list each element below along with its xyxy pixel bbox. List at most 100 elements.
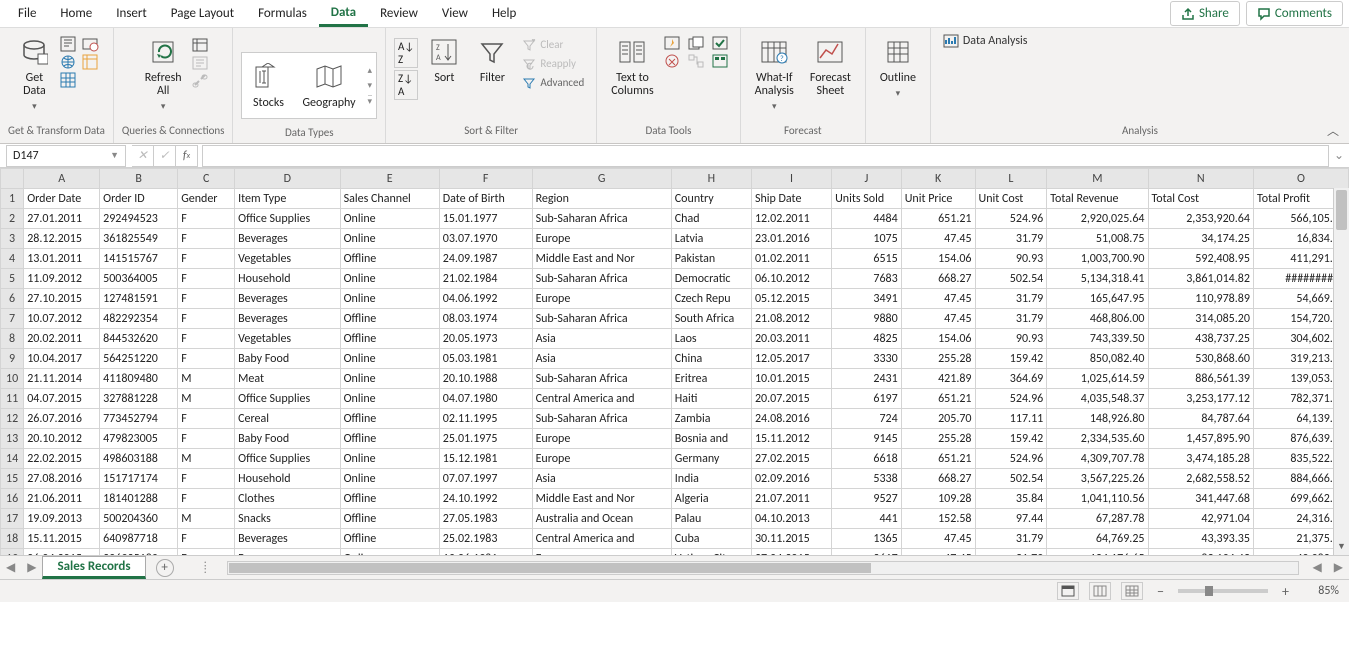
cell[interactable]: 20.07.2015	[751, 389, 831, 409]
cell[interactable]: 773452794	[100, 409, 178, 429]
cell[interactable]: Australia and Ocean	[532, 509, 671, 529]
cell[interactable]: Middle East and Nor	[532, 489, 671, 509]
cell[interactable]: 20.10.1988	[439, 369, 532, 389]
header-cell[interactable]: Region	[532, 189, 671, 209]
cell[interactable]: F	[178, 549, 235, 557]
cell[interactable]: 165,647.95	[1047, 289, 1148, 309]
menu-view[interactable]: View	[430, 2, 480, 25]
cell[interactable]: 19.06.1981	[439, 549, 532, 557]
cell[interactable]: M	[178, 449, 235, 469]
cell[interactable]: 1,025,614.59	[1047, 369, 1148, 389]
cell[interactable]: 2431	[832, 369, 902, 389]
cell[interactable]: 441	[832, 509, 902, 529]
row-header-2[interactable]: 2	[1, 209, 24, 229]
cell[interactable]: 6515	[832, 249, 902, 269]
cell[interactable]: Online	[340, 349, 439, 369]
cell[interactable]: 2,334,535.60	[1047, 429, 1148, 449]
cell[interactable]: F	[178, 209, 235, 229]
header-cell[interactable]: Country	[671, 189, 751, 209]
col-header-L[interactable]: L	[975, 169, 1047, 189]
cell[interactable]: 10.04.2017	[24, 349, 100, 369]
refresh-all-button[interactable]: Refresh All ▾	[139, 32, 188, 116]
flash-fill-icon[interactable]	[664, 36, 684, 50]
cell[interactable]: 04.10.2013	[751, 509, 831, 529]
row-header-5[interactable]: 5	[1, 269, 24, 289]
cell[interactable]: Online	[340, 269, 439, 289]
header-cell[interactable]: Item Type	[235, 189, 340, 209]
header-cell[interactable]: Gender	[178, 189, 235, 209]
cell[interactable]: 110,978.89	[1148, 289, 1253, 309]
cell[interactable]: 3330	[832, 349, 902, 369]
cell[interactable]: 19.09.2013	[24, 509, 100, 529]
cell[interactable]: Latvia	[671, 229, 751, 249]
cell[interactable]: Cereal	[235, 409, 340, 429]
cell[interactable]: Online	[340, 289, 439, 309]
cell[interactable]: 24.10.1992	[439, 489, 532, 509]
col-header-J[interactable]: J	[832, 169, 902, 189]
cell[interactable]: Online	[340, 389, 439, 409]
cell[interactable]: 524.96	[975, 389, 1047, 409]
cell[interactable]: 06.10.2012	[751, 269, 831, 289]
cell[interactable]: 117.11	[975, 409, 1047, 429]
cell[interactable]: 844532620	[100, 329, 178, 349]
cell[interactable]: 564251220	[100, 349, 178, 369]
col-header-A[interactable]: A	[24, 169, 100, 189]
cell[interactable]: 421.89	[901, 369, 975, 389]
cell[interactable]: Asia	[532, 349, 671, 369]
zoom-slider[interactable]	[1178, 589, 1268, 593]
cell[interactable]: 154.06	[901, 249, 975, 269]
cell[interactable]: F	[178, 329, 235, 349]
cell[interactable]: Online	[340, 469, 439, 489]
cell[interactable]: F	[178, 409, 235, 429]
cell[interactable]: Clothes	[235, 489, 340, 509]
cell[interactable]: 154.06	[901, 329, 975, 349]
cell[interactable]: Offline	[340, 429, 439, 449]
col-header-N[interactable]: N	[1148, 169, 1253, 189]
cell[interactable]: Beverages	[235, 309, 340, 329]
cell[interactable]: Vegetables	[235, 249, 340, 269]
cell[interactable]: 31.79	[975, 229, 1047, 249]
cell[interactable]: 24.09.1987	[439, 249, 532, 269]
cell[interactable]: 47.45	[901, 229, 975, 249]
cell[interactable]: 141515767	[100, 249, 178, 269]
cell[interactable]: 20.10.2012	[24, 429, 100, 449]
cell[interactable]: Meat	[235, 369, 340, 389]
cell[interactable]: 27.04.2015	[751, 549, 831, 557]
cell[interactable]: F	[178, 529, 235, 549]
header-cell[interactable]: Unit Cost	[975, 189, 1047, 209]
cell[interactable]: 07.07.1997	[439, 469, 532, 489]
sort-asc-button[interactable]: A↓Z	[394, 38, 418, 68]
cell[interactable]: 01.02.2011	[751, 249, 831, 269]
cell[interactable]: Central America and	[532, 529, 671, 549]
header-cell[interactable]: Units Sold	[832, 189, 902, 209]
text-to-columns-button[interactable]: Text to Columns	[605, 32, 659, 102]
row-header-4[interactable]: 4	[1, 249, 24, 269]
row-header-6[interactable]: 6	[1, 289, 24, 309]
cell[interactable]: Pakistan	[671, 249, 751, 269]
cell[interactable]: 67,287.78	[1047, 509, 1148, 529]
cell[interactable]: Bosnia and	[671, 429, 751, 449]
name-box-dropdown-icon[interactable]: ▼	[110, 150, 119, 161]
col-header-I[interactable]: I	[751, 169, 831, 189]
cell[interactable]: 26.07.2016	[24, 409, 100, 429]
cell[interactable]: 651.21	[901, 209, 975, 229]
cell[interactable]: Czech Repu	[671, 289, 751, 309]
cell[interactable]: 11.09.2012	[24, 269, 100, 289]
menu-data[interactable]: Data	[319, 1, 368, 27]
cell[interactable]: 314,085.20	[1148, 309, 1253, 329]
cell[interactable]: Office Supplies	[235, 209, 340, 229]
cell[interactable]: Online	[340, 549, 439, 557]
cell[interactable]: Offline	[340, 509, 439, 529]
cell[interactable]: Sub-Saharan Africa	[532, 269, 671, 289]
cell[interactable]: 27.01.2011	[24, 209, 100, 229]
cell[interactable]: 724	[832, 409, 902, 429]
fx-button[interactable]: fx	[176, 145, 198, 167]
cell[interactable]: Sub-Saharan Africa	[532, 409, 671, 429]
cell[interactable]: 502.54	[975, 269, 1047, 289]
cell[interactable]: Vegetables	[235, 329, 340, 349]
cell[interactable]: 438,737.25	[1148, 329, 1253, 349]
cell[interactable]: M	[178, 389, 235, 409]
cell[interactable]: F	[178, 469, 235, 489]
cell[interactable]: 743,339.50	[1047, 329, 1148, 349]
cell[interactable]: 31.79	[975, 309, 1047, 329]
